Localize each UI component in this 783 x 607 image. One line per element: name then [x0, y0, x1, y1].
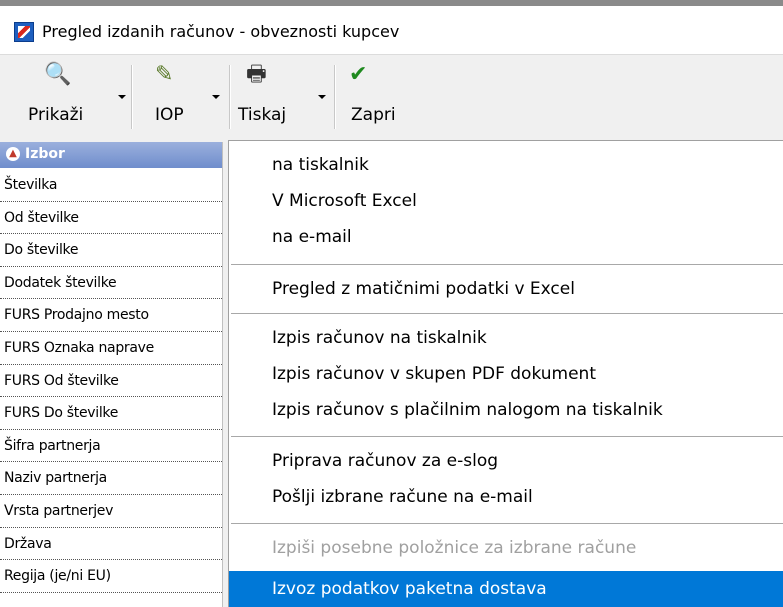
menu-item-izpis-pdf[interactable]: Izpis računov v skupen PDF dokument — [229, 356, 783, 392]
printer-icon: 🖶 — [246, 62, 267, 87]
zapri-button[interactable]: ✔ Zapri — [337, 55, 417, 135]
menu-item-v-excel[interactable]: V Microsoft Excel — [229, 183, 783, 219]
toolbar-separator — [229, 65, 231, 129]
field-item[interactable]: Država — [0, 528, 222, 561]
field-item[interactable]: Vrsta partnerjev — [0, 495, 222, 528]
field-item[interactable]: FURS Od številke — [0, 365, 222, 398]
menu-item-posebne-polozNice: Izpiši posebne položnice za izbrane raču… — [272, 538, 637, 558]
menu-item-izpis-placilni-nalog[interactable]: Izpis računov s plačilnim nalogom na tis… — [229, 392, 783, 428]
menu-item-pregled-excel[interactable]: Pregled z matičnimi podatki v Excel — [229, 271, 783, 307]
app-icon — [14, 22, 34, 42]
izbor-header-label: Izbor — [25, 146, 65, 162]
field-item[interactable]: Naziv partnerja — [0, 462, 222, 495]
menu-item-poslji-email[interactable]: Pošlji izbrane račune na e-mail — [229, 479, 783, 515]
toolbar-separator — [131, 65, 133, 129]
filter-panel: ▲ Izbor Številka Od številke Do številke… — [0, 142, 223, 607]
app-window: Pregled izdanih računov - obveznosti kup… — [0, 0, 783, 607]
menu-separator — [231, 264, 783, 265]
title-bar: Pregled izdanih računov - obveznosti kup… — [0, 6, 783, 55]
menu-item-izvoz-paketna-dostava[interactable]: Izvoz podatkov paketna dostava — [229, 571, 783, 607]
field-item[interactable]: Do številke — [0, 234, 222, 267]
tiskaj-label: Tiskaj — [238, 105, 287, 125]
prikazi-button[interactable]: 🔍 Prikaži — [0, 55, 130, 135]
menu-item-na-email[interactable]: na e-mail — [229, 219, 783, 255]
tiskaj-dropdown-arrow-icon[interactable] — [318, 95, 326, 99]
menu-separator — [231, 436, 783, 437]
prikazi-label: Prikaži — [28, 105, 84, 125]
field-list: Številka Od številke Do številke Dodatek… — [0, 169, 222, 593]
field-item[interactable]: Regija (je/ni EU) — [0, 560, 222, 593]
menu-separator — [231, 523, 783, 524]
menu-item-e-slog[interactable]: Priprava računov za e-slog — [229, 443, 783, 479]
toolbar-separator — [334, 65, 336, 129]
izbor-header[interactable]: ▲ Izbor — [0, 142, 222, 168]
iop-dropdown-arrow-icon[interactable] — [212, 95, 220, 99]
zapri-label: Zapri — [351, 105, 396, 125]
field-item[interactable]: Od številke — [0, 202, 222, 235]
iop-button[interactable]: ✎ IOP — [135, 55, 227, 135]
field-item[interactable]: FURS Prodajno mesto — [0, 299, 222, 332]
iop-icon: ✎ — [155, 62, 174, 87]
checkmark-icon: ✔ — [349, 62, 368, 87]
tiskaj-dropdown-menu: na tiskalnik V Microsoft Excel na e-mail… — [228, 140, 783, 607]
iop-label: IOP — [155, 105, 184, 125]
menu-separator — [231, 313, 783, 314]
field-item[interactable]: Šifra partnerja — [0, 430, 222, 463]
field-item[interactable]: Dodatek številke — [0, 267, 222, 300]
menu-item-na-tiskalnik[interactable]: na tiskalnik — [229, 147, 783, 183]
collapse-icon[interactable]: ▲ — [6, 147, 20, 161]
toolbar: 🔍 Prikaži ✎ IOP 🖶 Tiskaj ✔ Zapri — [0, 55, 783, 135]
window-title: Pregled izdanih računov - obveznosti kup… — [42, 22, 400, 41]
field-item[interactable]: Številka — [0, 169, 222, 202]
menu-item-izpis-tiskalnik[interactable]: Izpis računov na tiskalnik — [229, 320, 783, 356]
prikazi-dropdown-arrow-icon[interactable] — [118, 95, 126, 99]
field-item[interactable]: FURS Do številke — [0, 397, 222, 430]
field-item[interactable]: FURS Oznaka naprave — [0, 332, 222, 365]
magnifier-icon: 🔍 — [44, 62, 72, 87]
tiskaj-button[interactable]: 🖶 Tiskaj — [232, 55, 332, 135]
